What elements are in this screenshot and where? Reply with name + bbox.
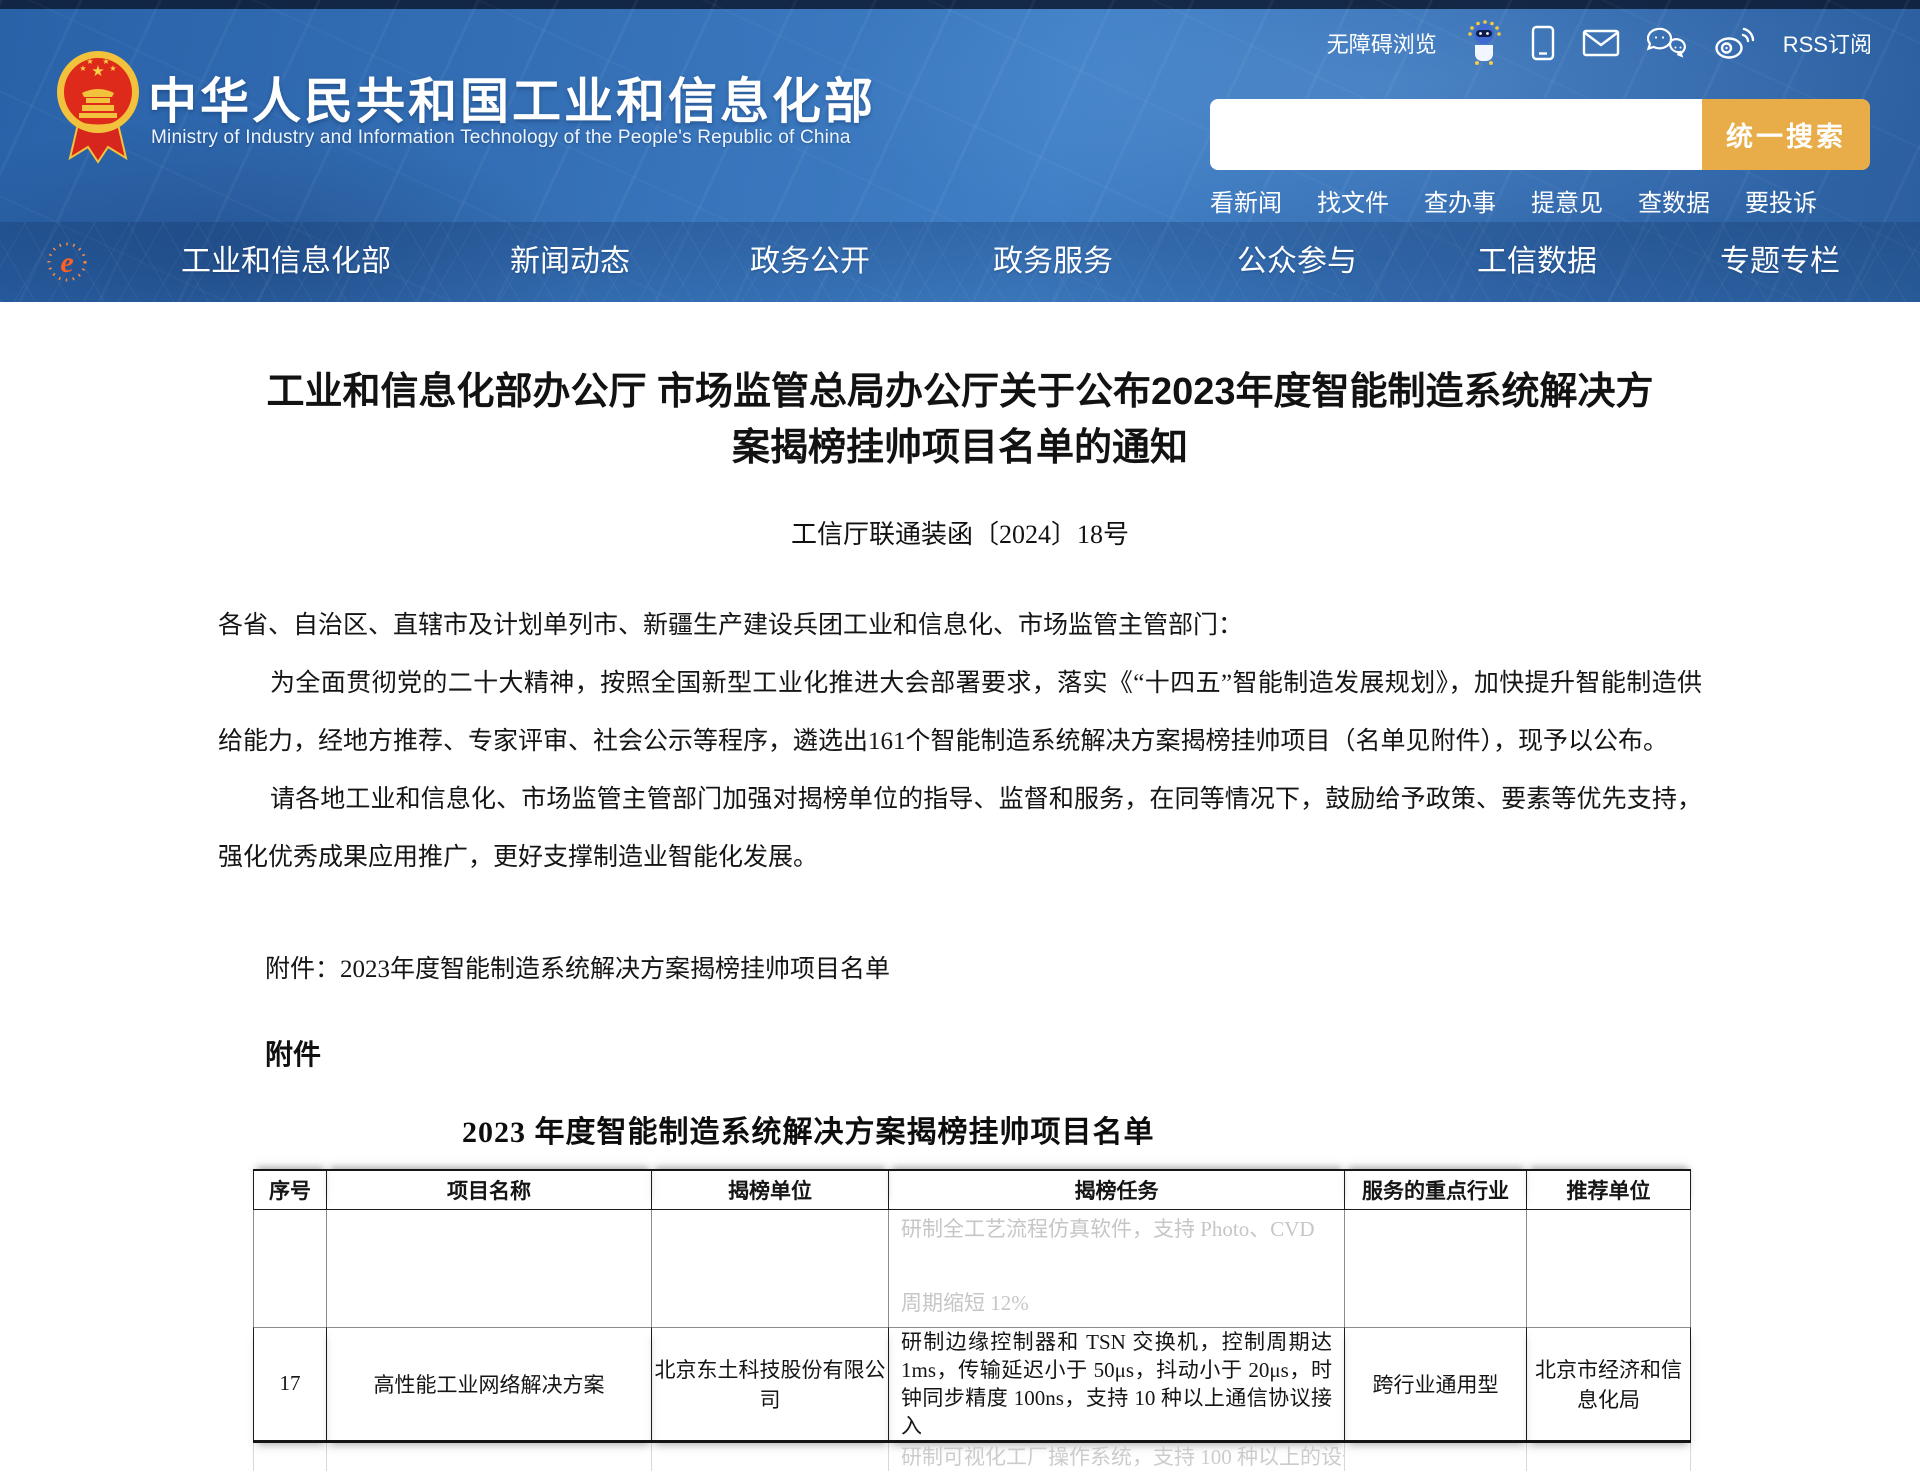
cell-project: 高性能工业网络解决方案 xyxy=(327,1327,652,1441)
quick-link-data[interactable]: 查数据 xyxy=(1638,183,1710,218)
cell-industry: 跨行业通用型 xyxy=(1345,1327,1527,1441)
attachment-reference[interactable]: 附件：2023年度智能制造系统解决方案揭榜挂帅项目名单 xyxy=(265,949,1920,985)
col-header-task: 揭榜任务 xyxy=(889,1170,1345,1209)
search-input[interactable] xyxy=(1210,99,1702,170)
col-header-recommender: 推荐单位 xyxy=(1527,1170,1691,1209)
weibo-icon[interactable] xyxy=(1714,26,1756,60)
robot-mascot-icon[interactable] xyxy=(1464,20,1504,66)
ghost-cell xyxy=(1527,1441,1691,1471)
table-row-17: 17 高性能工业网络解决方案 北京东土科技股份有限公司 研制边缘控制器和 TSN… xyxy=(254,1327,1691,1441)
svg-text:★: ★ xyxy=(86,57,93,66)
ghost-cell xyxy=(652,1209,889,1327)
nav-item-public[interactable]: 公众参与 xyxy=(1237,222,1357,302)
site-title[interactable]: 中华人民共和国工业和信息化部 xyxy=(148,62,876,133)
attachment-heading: 附件 xyxy=(265,1033,1920,1073)
ghost-bottom-task: 研制可视化工厂操作系统，支持 100 种以上的设备接入 xyxy=(889,1441,1345,1471)
article-title-line1: 工业和信息化部办公厅 市场监管总局办公厅关于公布2023年度智能制造系统解决方 xyxy=(220,364,1700,420)
utility-bar: 无障碍浏览 xyxy=(1327,20,1872,66)
article-title: 工业和信息化部办公厅 市场监管总局办公厅关于公布2023年度智能制造系统解决方 … xyxy=(220,364,1700,476)
ghost-task-line2: 周期缩短 12% xyxy=(901,1287,1332,1317)
paragraph-salutation: 各省、自治区、直辖市及计划单列市、新疆生产建设兵团工业和信息化、市场监管主管部门… xyxy=(218,597,1702,655)
svg-text:e: e xyxy=(60,246,73,279)
col-header-no: 序号 xyxy=(254,1170,327,1209)
nav-item-news[interactable]: 新闻动态 xyxy=(510,222,630,302)
ghost-cell xyxy=(1345,1441,1527,1471)
e-gov-icon[interactable]: e xyxy=(44,239,90,290)
ghost-cell xyxy=(1345,1209,1527,1327)
ghost-cell xyxy=(254,1441,327,1471)
nav-item-miit[interactable]: 工业和信息化部 xyxy=(181,222,391,302)
document-number: 工信厅联通装函〔2024〕18号 xyxy=(0,514,1920,551)
table-row-clipped-above: 研制全工艺流程仿真软件，支持 Photo、CVD 周期缩短 12% xyxy=(254,1209,1691,1327)
main-nav: e 工业和信息化部 新闻动态 政务公开 政务服务 公众参与 工信数据 专题专栏 xyxy=(0,222,1920,302)
ghost-cell xyxy=(327,1441,652,1471)
nav-item-gov-serve[interactable]: 政务服务 xyxy=(993,222,1113,302)
nav-item-data[interactable]: 工信数据 xyxy=(1477,222,1597,302)
ghost-cell xyxy=(254,1209,327,1327)
mobile-icon[interactable] xyxy=(1531,25,1555,61)
quick-link-complaint[interactable]: 要投诉 xyxy=(1745,183,1817,218)
accessibility-link[interactable]: 无障碍浏览 xyxy=(1327,27,1437,59)
paragraph-1: 为全面贯彻党的二十大精神，按照全国新型工业化推进大会部署要求，落实《“十四五”智… xyxy=(218,655,1702,771)
quick-links: 看新闻 找文件 查办事 提意见 查数据 要投诉 xyxy=(1210,183,1817,218)
quick-link-services[interactable]: 查办事 xyxy=(1424,183,1496,218)
attachment-table-title: 2023 年度智能制造系统解决方案揭榜挂帅项目名单 xyxy=(462,1107,1920,1151)
search-box: 统一搜索 xyxy=(1210,99,1870,170)
site-subtitle-en: Ministry of Industry and Information Tec… xyxy=(151,127,851,149)
ghost-cell xyxy=(327,1209,652,1327)
mail-icon[interactable] xyxy=(1582,29,1620,57)
quick-link-files[interactable]: 找文件 xyxy=(1317,183,1389,218)
wechat-icon[interactable] xyxy=(1647,27,1687,59)
cell-unit: 北京东土科技股份有限公司 xyxy=(652,1327,889,1441)
table-row-clipped-below: 研制可视化工厂操作系统，支持 100 种以上的设备接入 xyxy=(254,1441,1691,1471)
paragraph-2: 请各地工业和信息化、市场监管主管部门加强对揭榜单位的指导、监督和服务，在同等情况… xyxy=(218,771,1702,887)
nav-item-gov-open[interactable]: 政务公开 xyxy=(750,222,870,302)
national-emblem-icon: ★ ★ ★ ★ ★ xyxy=(56,48,140,171)
unified-search-button[interactable]: 统一搜索 xyxy=(1702,99,1870,170)
rss-link[interactable]: RSS订阅 xyxy=(1783,27,1872,59)
col-header-unit: 揭榜单位 xyxy=(652,1170,889,1209)
ghost-task-line1: 研制全工艺流程仿真软件，支持 Photo、CVD xyxy=(901,1213,1332,1243)
ghost-cell xyxy=(652,1441,889,1471)
table-header-row: 序号 项目名称 揭榜单位 揭榜任务 服务的重点行业 推荐单位 xyxy=(254,1170,1691,1209)
article-title-line2: 案揭榜挂帅项目名单的通知 xyxy=(220,420,1700,476)
ghost-cell xyxy=(1527,1209,1691,1327)
site-banner: ★ ★ ★ ★ ★ 中华人民共和国工业和信息化部 Ministry of Ind… xyxy=(0,0,1920,302)
svg-text:★: ★ xyxy=(109,64,116,73)
col-header-project: 项目名称 xyxy=(327,1170,652,1209)
nav-item-special[interactable]: 专题专栏 xyxy=(1720,222,1840,302)
page: { "header": { "accessibility_label": "无障… xyxy=(0,0,1920,1481)
quick-link-news[interactable]: 看新闻 xyxy=(1210,183,1282,218)
cell-no: 17 xyxy=(254,1327,327,1441)
quick-link-feedback[interactable]: 提意见 xyxy=(1531,183,1603,218)
ghost-cell-task: 研制全工艺流程仿真软件，支持 Photo、CVD 周期缩短 12% xyxy=(889,1209,1345,1327)
article-body: 各省、自治区、直辖市及计划单列市、新疆生产建设兵团工业和信息化、市场监管主管部门… xyxy=(218,597,1702,887)
cell-task: 研制边缘控制器和 TSN 交换机，控制周期达 1ms，传输延迟小于 50μs，抖… xyxy=(889,1327,1345,1441)
attachment-table: 序号 项目名称 揭榜单位 揭榜任务 服务的重点行业 推荐单位 研制全工艺流程仿真… xyxy=(253,1169,1690,1471)
col-header-industry: 服务的重点行业 xyxy=(1345,1170,1527,1209)
cell-recommender: 北京市经济和信息化局 xyxy=(1527,1327,1691,1441)
